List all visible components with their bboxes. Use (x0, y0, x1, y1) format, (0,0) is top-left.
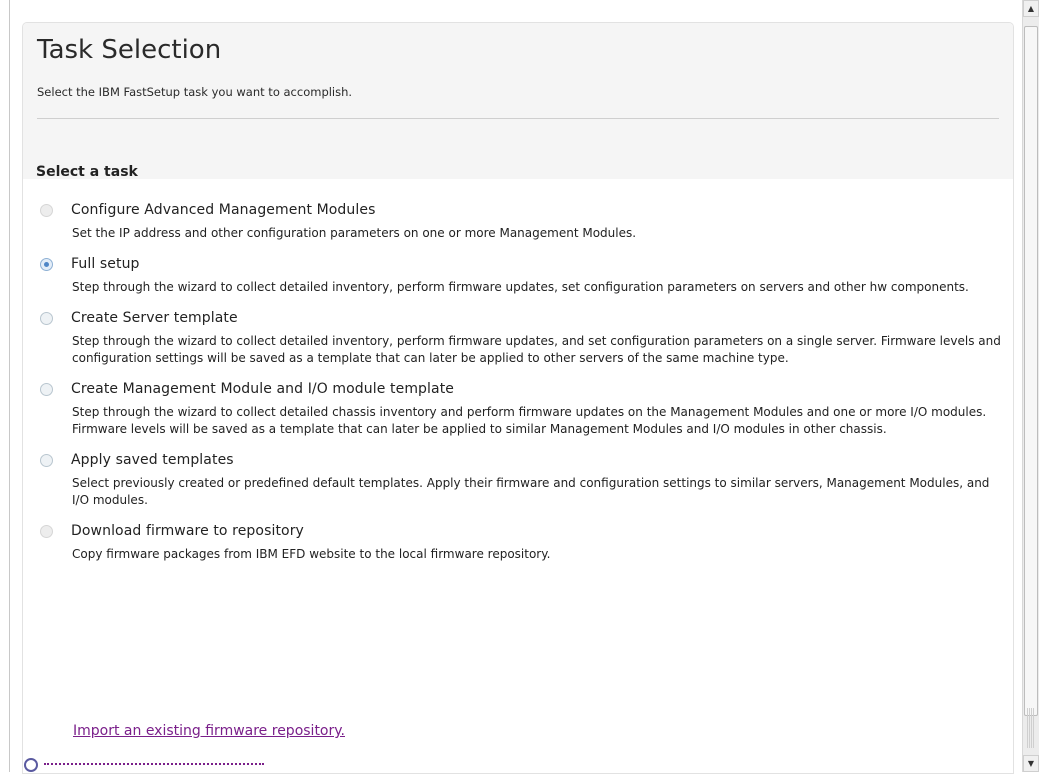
partial-link-row[interactable] (24, 758, 264, 772)
radio-apply-saved-templates[interactable] (40, 453, 53, 467)
task-description: Select previously created or predefined … (72, 476, 990, 507)
task-label: Configure Advanced Management Modules (71, 202, 376, 218)
task-label: Create Management Module and I/O module … (71, 381, 455, 397)
task-row[interactable]: Apply saved templates (36, 449, 1002, 471)
radio-create-mm-io-template[interactable] (40, 382, 53, 396)
page-subtitle: Select the IBM FastSetup task you want t… (37, 85, 353, 99)
task-apply-saved-templates: Apply saved templates Select previously … (36, 449, 1002, 509)
task-full-setup: Full setup Step through the wizard to co… (36, 253, 1002, 296)
radio-full-setup[interactable] (40, 257, 53, 271)
task-description: Step through the wizard to collect detai… (72, 280, 969, 294)
divider (37, 118, 999, 119)
page-title: Task Selection (37, 35, 222, 65)
task-description: Step through the wizard to collect detai… (72, 334, 1001, 365)
task-description: Copy firmware packages from IBM EFD webs… (72, 547, 551, 561)
task-row[interactable]: Create Server template (36, 307, 1002, 329)
left-border (9, 0, 10, 772)
task-row[interactable]: Create Management Module and I/O module … (36, 378, 1002, 400)
scroll-grip (1027, 708, 1035, 748)
import-repository-link[interactable]: Import an existing firmware repository. (73, 723, 345, 739)
help-circle-icon (24, 758, 38, 772)
window: Task Selection Select the IBM FastSetup … (0, 0, 1039, 774)
task-create-mm-io-template: Create Management Module and I/O module … (36, 378, 1002, 438)
radio-create-server-template[interactable] (40, 311, 53, 325)
scroll-thumb[interactable] (1024, 26, 1038, 716)
task-row[interactable]: Download firmware to repository (36, 520, 1002, 542)
radio-configure-amm[interactable] (40, 203, 53, 217)
partial-link-text (44, 763, 264, 772)
task-row[interactable]: Full setup (36, 253, 1002, 275)
task-configure-amm: Configure Advanced Management Modules Se… (36, 199, 1002, 242)
task-label: Apply saved templates (71, 452, 234, 468)
scroll-down-arrow-icon[interactable]: ▼ (1023, 755, 1039, 772)
task-description: Step through the wizard to collect detai… (72, 405, 987, 436)
task-list: Configure Advanced Management Modules Se… (36, 199, 1002, 574)
vertical-scrollbar[interactable]: ▲ ▼ (1022, 0, 1039, 772)
section-heading: Select a task (36, 164, 138, 180)
task-description: Set the IP address and other configurati… (72, 226, 637, 240)
task-label: Create Server template (71, 310, 238, 326)
scroll-up-arrow-icon[interactable]: ▲ (1023, 0, 1039, 17)
task-label: Full setup (71, 256, 140, 272)
task-download-firmware: Download firmware to repository Copy fir… (36, 520, 1002, 563)
task-row[interactable]: Configure Advanced Management Modules (36, 199, 1002, 221)
radio-download-firmware[interactable] (40, 524, 53, 538)
task-label: Download firmware to repository (71, 523, 304, 539)
task-create-server-template: Create Server template Step through the … (36, 307, 1002, 367)
